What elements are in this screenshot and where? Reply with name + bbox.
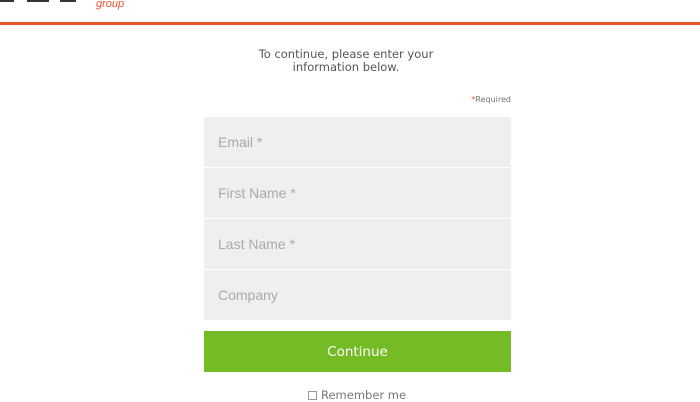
continue-button[interactable]: Continue [204, 331, 511, 372]
company-field[interactable] [204, 270, 511, 320]
logo-mark-dark [27, 0, 49, 2]
page-header: group [0, 0, 700, 25]
required-label: Required [475, 95, 511, 104]
logo-mark-dark [60, 0, 76, 2]
last-name-field[interactable] [204, 219, 511, 269]
intro-line-2: information below. [292, 60, 400, 74]
first-name-field[interactable] [204, 168, 511, 218]
intro-text: To continue, please enter your informati… [230, 48, 462, 74]
header-divider [0, 22, 700, 25]
logo-text: group [96, 0, 125, 10]
remember-me-checkbox[interactable] [308, 390, 317, 400]
required-note: *Required [471, 95, 511, 104]
signup-form [204, 117, 511, 321]
logo-mark-dark [0, 0, 14, 2]
email-field[interactable] [204, 117, 511, 167]
